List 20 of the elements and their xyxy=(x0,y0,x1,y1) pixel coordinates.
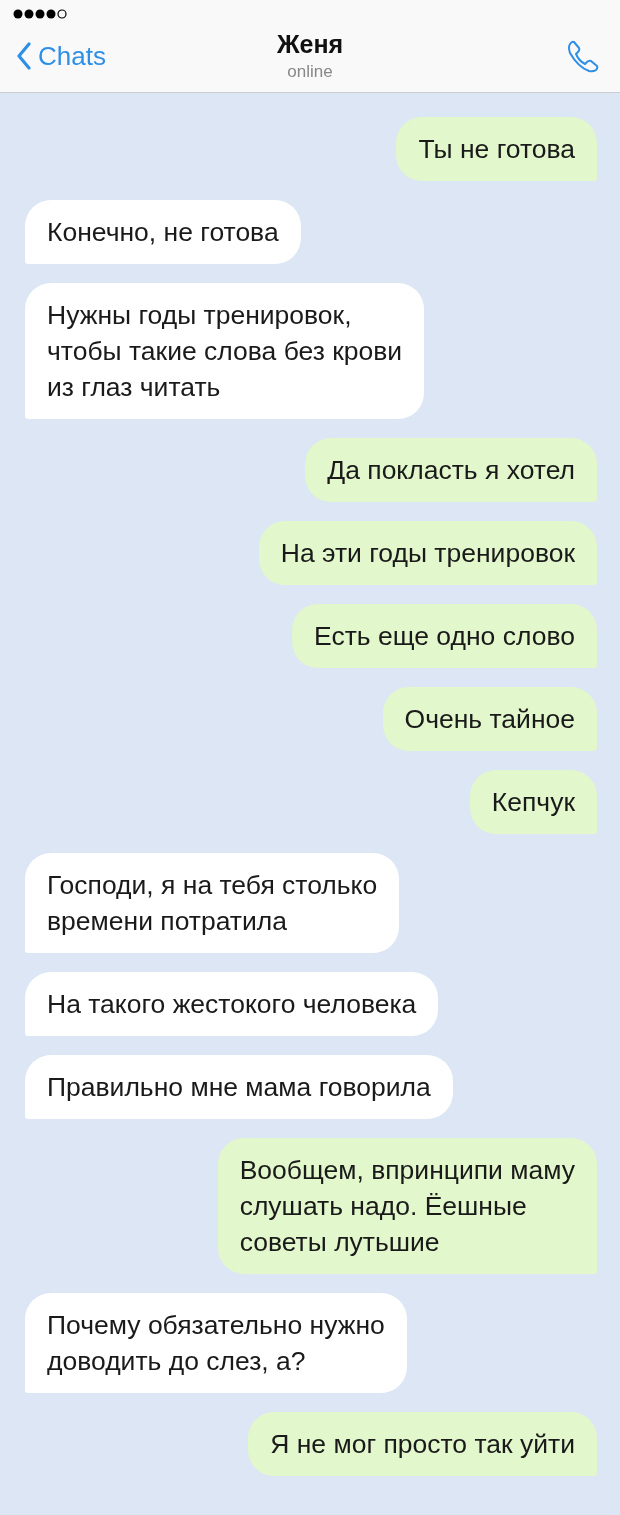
message-bubble: Почему обязательно нужно доводить до слез, а? xyxy=(25,1293,407,1393)
chat-title: Женя xyxy=(276,30,344,59)
back-chevron-icon xyxy=(16,42,32,70)
message-bubble: Да покласть я хотел xyxy=(305,438,597,502)
signal-icon xyxy=(12,8,68,20)
back-button[interactable]: Chats xyxy=(16,40,106,72)
message-bubble: Я не мог просто так уйти xyxy=(248,1412,597,1476)
message-bubble: Вообщем, впринципи маму слушать надо. Ёешные советы лутьшие xyxy=(217,1138,597,1274)
message-bubble: Нужны годы тренировок, чтобы такие слова без крови из глаз читать xyxy=(25,283,425,419)
message-bubble: На такого жестокого человека xyxy=(25,972,439,1036)
contact-status: online xyxy=(287,62,333,82)
message-bubble: На эти годы тренировок xyxy=(258,521,597,585)
message-bubble: Есть еще одно слово xyxy=(292,604,597,668)
message-bubble: Конечно, не готова xyxy=(25,200,301,264)
phone-icon[interactable] xyxy=(566,39,600,73)
message-bubble: Кепчук xyxy=(469,770,597,834)
message-bubble: Правильно мне мама говорила xyxy=(25,1055,453,1119)
message-bubble: Ты не готова xyxy=(396,117,597,181)
message-bubble: Господи, я на тебя столько времени потратила xyxy=(25,853,400,953)
message-bubble: Очень тайное xyxy=(382,687,597,751)
